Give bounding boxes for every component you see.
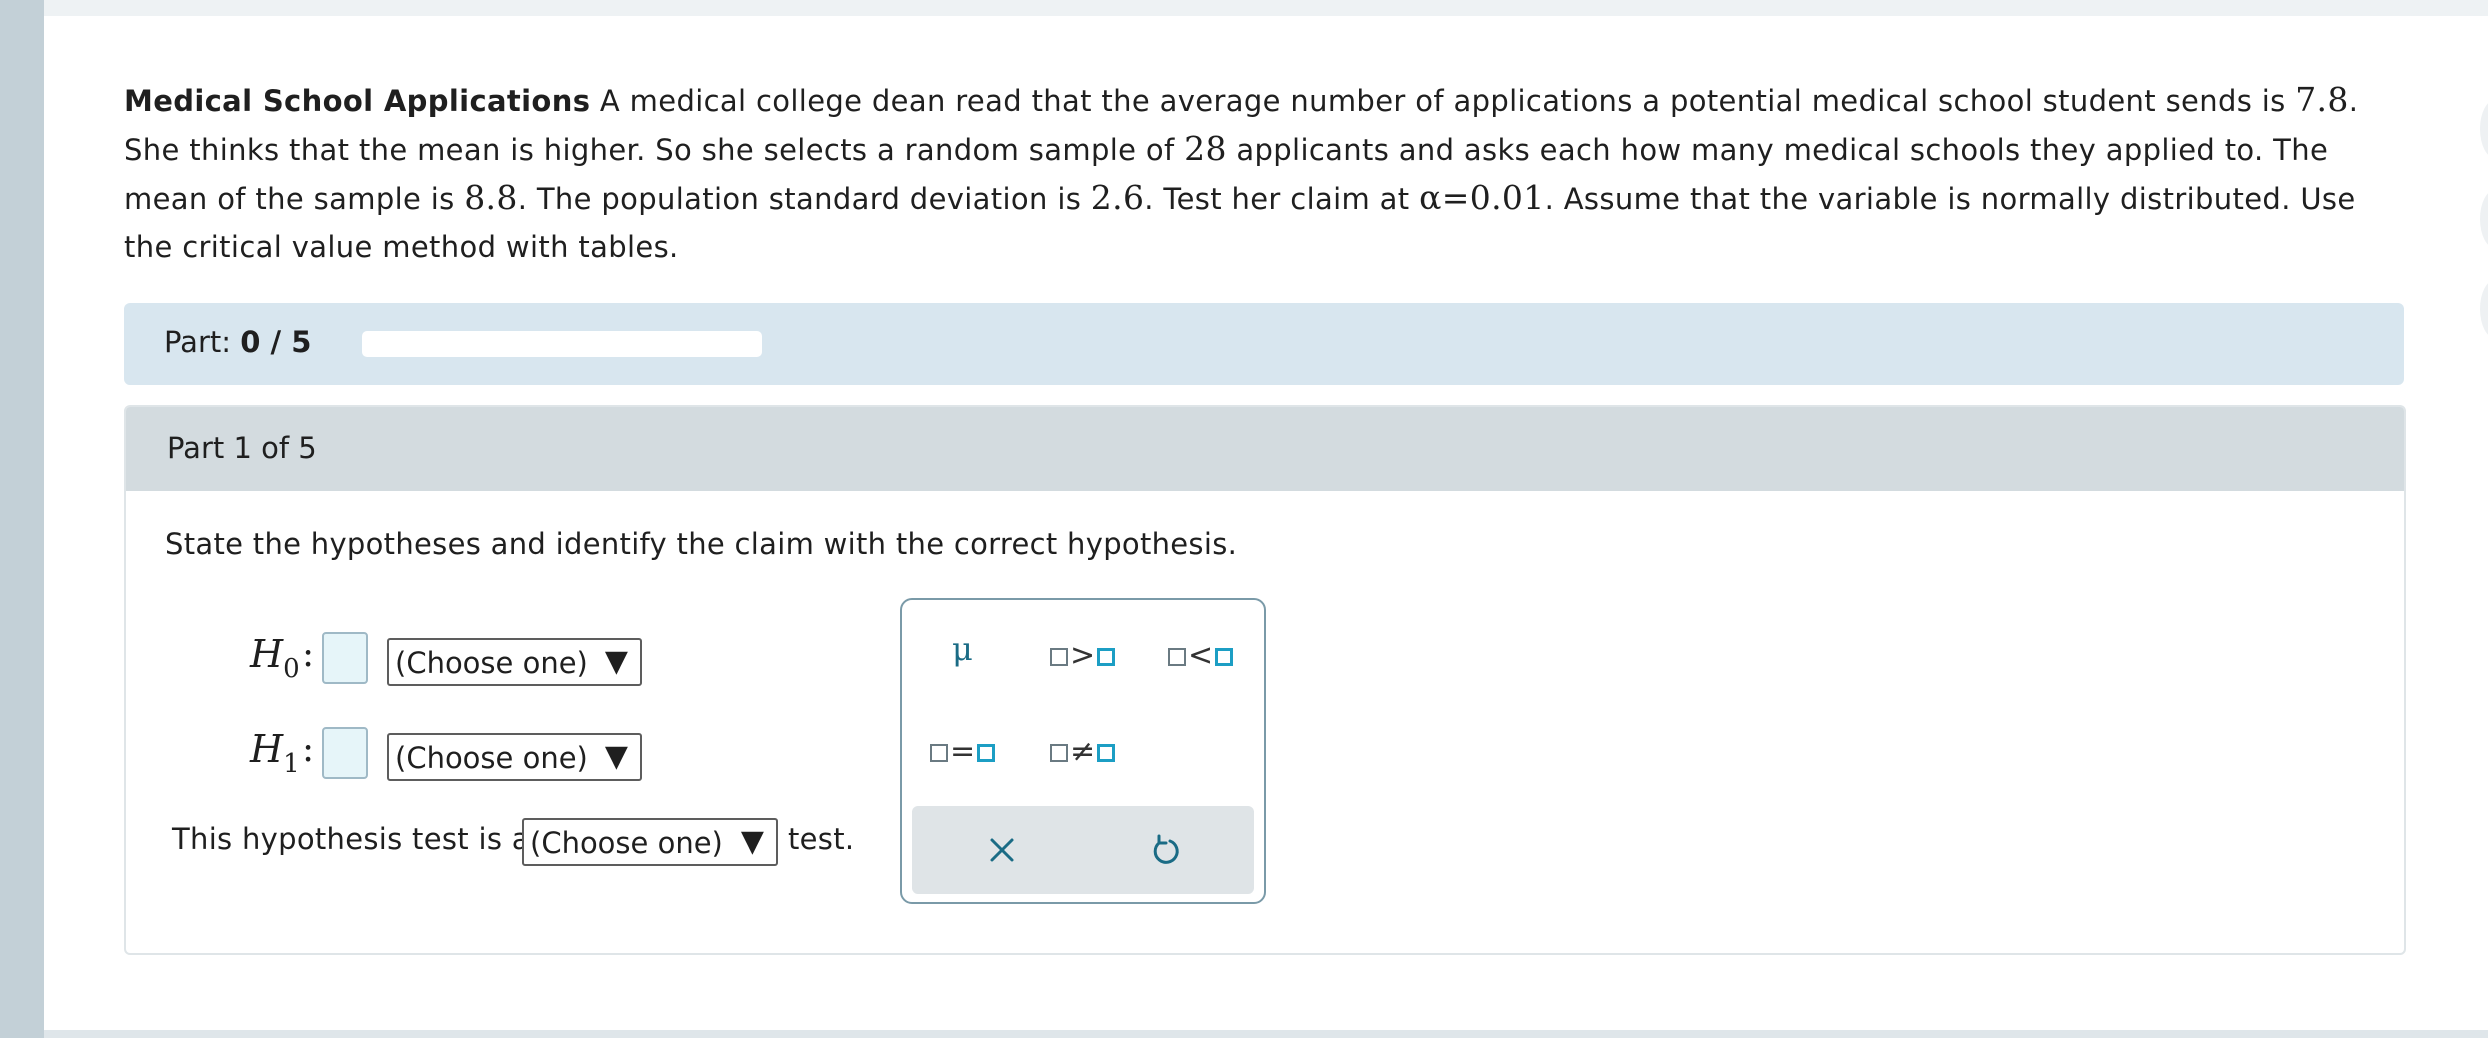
h0-colon: : <box>302 634 315 675</box>
placeholder-box-icon <box>1097 648 1116 666</box>
test-type-select[interactable]: (Choose one) ▼ <box>522 818 778 866</box>
std-deviation: 2.6 <box>1090 178 1145 217</box>
clear-button[interactable] <box>978 826 1026 874</box>
side-tab[interactable] <box>2480 100 2488 158</box>
h1-select-value: (Choose one) <box>395 741 588 775</box>
placeholder-box-icon <box>1050 744 1068 762</box>
h1-claim-select[interactable]: (Choose one) ▼ <box>387 733 642 781</box>
dropdown-arrow-icon: ▼ <box>604 644 628 679</box>
progress-label: Part: 0 / 5 <box>164 325 311 359</box>
placeholder-box-icon <box>1168 648 1186 666</box>
h0-sub: 0 <box>283 654 300 684</box>
bottom-strip <box>44 1030 2488 1038</box>
undo-button[interactable] <box>1140 826 1188 874</box>
left-rail <box>0 0 44 1038</box>
problem-statement: Medical School Applications A medical co… <box>124 76 2394 271</box>
problem-text: . Test her claim at <box>1144 182 1410 216</box>
h0-label: H0 <box>250 632 300 684</box>
sample-size: 28 <box>1184 129 1227 168</box>
part-header: Part 1 of 5 <box>126 407 2404 491</box>
progress-value: 0 / 5 <box>240 325 312 359</box>
h0-answer-input[interactable] <box>322 632 368 684</box>
mu-key[interactable]: μ <box>952 630 973 668</box>
test-type-select-value: (Choose one) <box>530 826 723 860</box>
h1-answer-input[interactable] <box>322 727 368 779</box>
equals-symbol: = <box>950 734 976 769</box>
placeholder-box-icon <box>1097 744 1116 762</box>
not-equal-symbol: ≠ <box>1070 734 1096 769</box>
x-icon <box>990 838 1014 862</box>
problem-text: A medical college dean read that the ave… <box>599 84 2286 118</box>
placeholder-box-icon <box>930 744 948 762</box>
h0-var: H <box>250 632 284 676</box>
equals-key[interactable]: = <box>930 734 996 769</box>
test-type-prefix: This hypothesis test is a <box>172 822 530 856</box>
greater-than-symbol: > <box>1070 638 1096 673</box>
sample-mean: 8.8 <box>464 178 518 217</box>
progress-track <box>362 331 762 357</box>
mu-symbol: μ <box>952 630 973 668</box>
h1-label: H1 <box>250 727 300 779</box>
h1-sub: 1 <box>283 749 300 779</box>
dropdown-arrow-icon: ▼ <box>604 739 628 774</box>
side-tab[interactable] <box>2480 280 2488 338</box>
test-type-suffix: test. <box>788 822 855 856</box>
placeholder-box-icon <box>977 744 996 762</box>
alpha-value: α=0.01 <box>1419 178 1545 217</box>
dropdown-arrow-icon: ▼ <box>740 824 764 859</box>
less-than-symbol: < <box>1188 638 1214 673</box>
undo-icon <box>1153 834 1179 864</box>
h0-claim-select[interactable]: (Choose one) ▼ <box>387 638 642 686</box>
h0-select-value: (Choose one) <box>395 646 588 680</box>
top-strip <box>44 0 2488 16</box>
not-equal-key[interactable]: ≠ <box>1050 734 1116 769</box>
keypad-footer <box>912 806 1254 894</box>
progress-prefix: Part: <box>164 325 232 359</box>
math-keypad: μ > < = ≠ <box>900 598 1266 904</box>
population-mean: 7.8 <box>2295 80 2349 119</box>
less-than-key[interactable]: < <box>1168 638 1234 673</box>
h1-colon: : <box>302 729 315 770</box>
instruction-text: State the hypotheses and identify the cl… <box>165 527 1238 561</box>
h1-var: H <box>250 727 284 771</box>
greater-than-key[interactable]: > <box>1050 638 1116 673</box>
progress-bar: Part: 0 / 5 <box>124 303 2404 385</box>
problem-text: . The population standard deviation is <box>517 182 1082 216</box>
placeholder-box-icon <box>1215 648 1234 666</box>
placeholder-box-icon <box>1050 648 1068 666</box>
side-tab[interactable] <box>2480 190 2488 248</box>
problem-title: Medical School Applications <box>124 84 591 118</box>
part-title: Part 1 of 5 <box>167 431 317 465</box>
